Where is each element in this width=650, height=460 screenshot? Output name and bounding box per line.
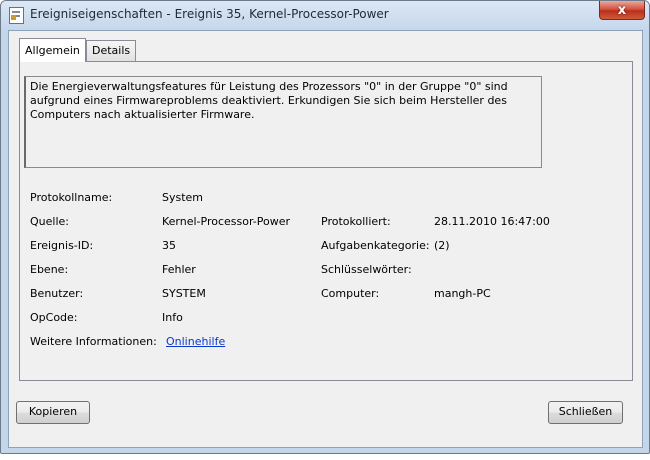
dialog-body: Allgemein Details Die Energieverwaltungs… (8, 30, 643, 448)
close-button[interactable]: Schließen (548, 401, 623, 424)
event-description[interactable]: Die Energieverwaltungsfeatures für Leist… (24, 76, 542, 168)
event-properties-window: Ereigniseigenschaften - Ereignis 35, Ker… (0, 0, 650, 454)
computer-value: mangh-PC (434, 287, 491, 300)
ereignis-id-value: 35 (162, 239, 176, 252)
window-title: Ereigniseigenschaften - Ereignis 35, Ker… (30, 7, 389, 21)
general-tab-panel: Die Energieverwaltungsfeatures für Leist… (19, 61, 633, 381)
ebene-label: Ebene: (30, 263, 69, 276)
protokollname-value: System (162, 191, 204, 204)
opcode-label: OpCode: (30, 311, 78, 324)
onlinehilfe-link[interactable]: Onlinehilfe (166, 335, 225, 348)
quelle-value: Kernel-Processor-Power (162, 215, 291, 228)
tab-details[interactable]: Details (86, 40, 137, 61)
copy-button[interactable]: Kopieren (16, 401, 90, 424)
quelle-label: Quelle: (30, 215, 69, 228)
close-window-button[interactable]: x (599, 1, 645, 20)
protokollname-label: Protokollname: (30, 191, 113, 204)
computer-label: Computer: (321, 287, 380, 300)
benutzer-value: SYSTEM (162, 287, 206, 300)
opcode-value: Info (162, 311, 183, 324)
title-bar[interactable]: Ereigniseigenschaften - Ereignis 35, Ker… (1, 1, 649, 29)
event-viewer-icon (9, 7, 24, 24)
protokolliert-label: Protokolliert: (321, 215, 391, 228)
ereignis-id-label: Ereignis-ID: (30, 239, 94, 252)
aufgabenkategorie-value: (2) (434, 239, 450, 252)
weitere-informationen-label: Weitere Informationen: (30, 335, 157, 348)
protokolliert-value: 28.11.2010 16:47:00 (434, 215, 550, 228)
aufgabenkategorie-label: Aufgabenkategorie: (321, 239, 430, 252)
tab-allgemein[interactable]: Allgemein (19, 38, 86, 62)
schluesselwoerter-label: Schlüsselwörter: (321, 263, 412, 276)
ebene-value: Fehler (162, 263, 196, 276)
benutzer-label: Benutzer: (30, 287, 84, 300)
